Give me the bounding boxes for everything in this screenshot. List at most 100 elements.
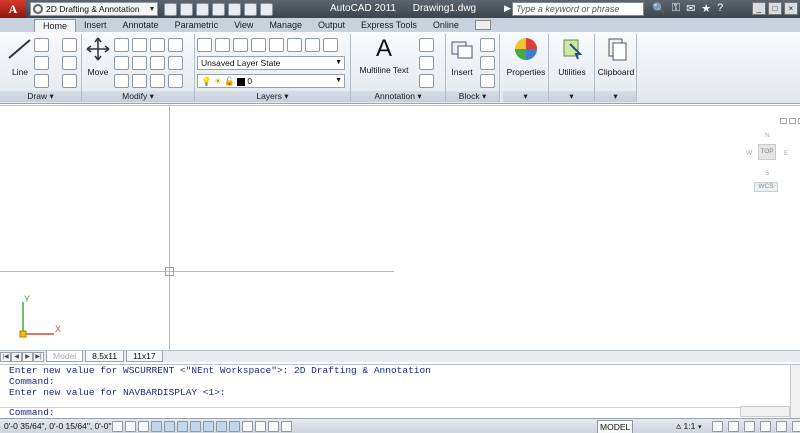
make-current-icon[interactable]: [287, 38, 302, 52]
rotate-icon[interactable]: [132, 38, 147, 52]
osnap-toggle[interactable]: [177, 420, 188, 432]
arc-icon[interactable]: [34, 74, 49, 88]
explode-icon[interactable]: [168, 56, 183, 70]
tab-express-tools[interactable]: Express Tools: [353, 19, 425, 32]
redo-icon[interactable]: [244, 2, 257, 16]
viewport-restore-icon[interactable]: [789, 118, 796, 124]
undo-icon[interactable]: [228, 2, 241, 16]
tab-view[interactable]: View: [226, 19, 261, 32]
hatch-icon[interactable]: [62, 74, 77, 88]
communication-icon[interactable]: ✉: [686, 2, 695, 15]
command-horizontal-scrollbar[interactable]: [740, 406, 790, 417]
table-icon[interactable]: [419, 74, 434, 88]
tab-layout-11x17[interactable]: 11x17: [126, 351, 163, 362]
tab-parametric[interactable]: Parametric: [167, 19, 227, 32]
insert-button[interactable]: Insert: [448, 36, 476, 77]
selection-cycling-toggle[interactable]: [281, 420, 292, 432]
rectangle-icon[interactable]: [62, 56, 77, 70]
compass-south[interactable]: S: [765, 170, 769, 177]
stretch-icon[interactable]: [114, 56, 129, 70]
line-button[interactable]: Line: [6, 36, 34, 77]
panel-draw-label[interactable]: Draw ▾: [0, 91, 81, 102]
ribbon-minimize-button[interactable]: [474, 20, 491, 30]
quick-properties-toggle[interactable]: [268, 420, 279, 432]
panel-modify-label[interactable]: Modify ▾: [82, 91, 194, 102]
save-as-icon[interactable]: [212, 2, 225, 16]
annotation-scale[interactable]: ⩟ 1:1 ▾: [676, 421, 702, 432]
layer-dropdown[interactable]: 💡 ☀ 🔓 0 ▼: [197, 74, 345, 88]
find-icon[interactable]: 🔍: [652, 2, 666, 15]
leader-icon[interactable]: [419, 56, 434, 70]
erase-icon[interactable]: [168, 38, 183, 52]
layer-properties-icon[interactable]: [197, 38, 212, 52]
ortho-toggle[interactable]: [151, 420, 162, 432]
isolate-objects-icon[interactable]: [792, 421, 800, 432]
compass-west[interactable]: W: [746, 150, 752, 157]
polyline-icon[interactable]: [34, 38, 49, 52]
fillet-icon[interactable]: [168, 74, 183, 88]
minimize-button[interactable]: _: [752, 2, 766, 15]
drawing-area[interactable]: N W E S TOP WCS Y X: [0, 105, 800, 351]
utilities-button[interactable]: Utilities: [551, 36, 593, 77]
compass-north[interactable]: N: [765, 132, 770, 139]
coordinate-display[interactable]: 0'-0 35/64", 0'-0 15/64", 0'-0": [0, 421, 112, 431]
layer-lock-icon[interactable]: [269, 38, 284, 52]
match-properties-icon[interactable]: [114, 74, 129, 88]
layer-state-dropdown[interactable]: Unsaved Layer State ▼: [197, 56, 345, 70]
clipboard-button[interactable]: Clipboard: [597, 36, 635, 77]
new-icon[interactable]: [164, 2, 177, 16]
tab-model[interactable]: Model: [46, 351, 84, 362]
lock-ui-icon[interactable]: [760, 421, 771, 432]
lineweight-toggle[interactable]: [242, 420, 253, 432]
create-block-icon[interactable]: [480, 38, 495, 52]
layer-freeze-icon[interactable]: [251, 38, 266, 52]
panel-clipboard-label[interactable]: ▾: [595, 91, 636, 102]
tab-output[interactable]: Output: [310, 19, 353, 32]
scale-icon[interactable]: [132, 56, 147, 70]
close-button[interactable]: ×: [784, 2, 798, 15]
model-space-button[interactable]: MODEL: [597, 420, 634, 433]
plot-icon[interactable]: [260, 2, 273, 16]
favorites-icon[interactable]: ★: [701, 2, 711, 15]
panel-layers-label[interactable]: Layers ▾: [195, 91, 350, 102]
polar-toggle[interactable]: [164, 420, 175, 432]
maximize-button[interactable]: □: [768, 2, 782, 15]
next-layout-button[interactable]: ▶: [22, 351, 33, 362]
annotation-visibility-icon[interactable]: [712, 421, 723, 432]
wcs-menu[interactable]: WCS: [754, 182, 778, 192]
match-layer-icon[interactable]: [305, 38, 320, 52]
search-input[interactable]: Type a keyword or phrase: [512, 2, 644, 16]
save-icon[interactable]: [196, 2, 209, 16]
first-layout-button[interactable]: |◀: [0, 351, 11, 362]
layer-isolate-icon[interactable]: [233, 38, 248, 52]
application-menu-button[interactable]: A: [0, 0, 26, 18]
panel-block-label[interactable]: Block ▾: [446, 91, 499, 102]
properties-button[interactable]: Properties: [505, 36, 547, 77]
command-vertical-scrollbar[interactable]: [790, 365, 800, 418]
workspace-switching-icon[interactable]: [744, 421, 755, 432]
tab-layout-8-5x11[interactable]: 8.5x11: [85, 351, 125, 362]
3d-osnap-toggle[interactable]: [190, 420, 201, 432]
array-icon[interactable]: [150, 74, 165, 88]
tab-insert[interactable]: Insert: [76, 19, 115, 32]
circle-icon[interactable]: [34, 56, 49, 70]
dyn-toggle[interactable]: [229, 420, 240, 432]
snap-toggle[interactable]: [125, 420, 136, 432]
tab-online[interactable]: Online: [425, 19, 467, 32]
hardware-acceleration-icon[interactable]: [776, 421, 787, 432]
compass-east[interactable]: E: [784, 150, 788, 157]
subscription-icon[interactable]: ⚿: [672, 2, 680, 15]
block-attribute-icon[interactable]: [480, 74, 495, 88]
move-button[interactable]: Move: [84, 36, 112, 77]
workspace-switcher[interactable]: 2D Drafting & Annotation ▼: [30, 2, 158, 16]
last-layout-button[interactable]: ▶|: [33, 351, 44, 362]
auto-scale-icon[interactable]: [728, 421, 739, 432]
trim-icon[interactable]: [150, 38, 165, 52]
tab-manage[interactable]: Manage: [261, 19, 310, 32]
open-icon[interactable]: [180, 2, 193, 16]
tab-annotate[interactable]: Annotate: [115, 19, 167, 32]
edit-block-icon[interactable]: [480, 56, 495, 70]
prev-layout-button[interactable]: ◀: [11, 351, 22, 362]
multiline-text-button[interactable]: A Multiline Text: [357, 36, 411, 76]
ducs-toggle[interactable]: [216, 420, 227, 432]
